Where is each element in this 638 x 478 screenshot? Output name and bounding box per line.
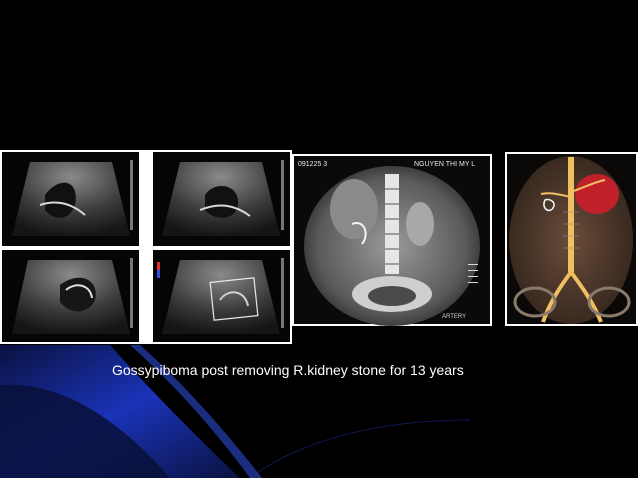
ultrasound-frame-1 xyxy=(2,152,139,246)
ultrasound-image-grid xyxy=(0,150,292,344)
ultrasound-frames xyxy=(2,152,290,342)
ct-coronal-image: 091225 3 NGUYEN THI MY L ARTERY xyxy=(292,154,492,326)
slide-caption: Gossypiboma post removing R.kidney stone… xyxy=(112,362,464,378)
slide: 091225 3 NGUYEN THI MY L ARTERY Gossypib… xyxy=(0,0,638,478)
ct-header-right: NGUYEN THI MY L xyxy=(414,161,475,168)
ct-header-left: 091225 3 xyxy=(298,161,327,168)
ultrasound-frame-3 xyxy=(2,250,139,342)
ct-angiography-3d-image xyxy=(505,152,638,326)
ct-footer-label: ARTERY xyxy=(442,314,466,320)
ultrasound-frame-2 xyxy=(153,152,290,246)
ultrasound-frame-4 xyxy=(153,250,290,342)
